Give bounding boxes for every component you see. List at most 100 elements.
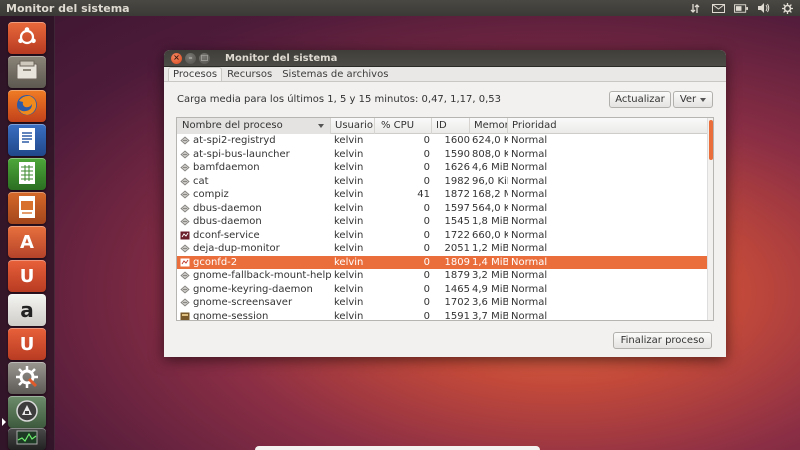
column-header-priority[interactable]: Prioridad <box>508 118 709 134</box>
launcher-ubuntu-one-music[interactable]: U <box>8 328 46 360</box>
launcher-ubuntu-one[interactable]: U <box>8 260 46 292</box>
scrollbar-thumb[interactable] <box>709 120 713 160</box>
process-cpu: 0 <box>423 243 430 254</box>
table-row[interactable]: dconf-service kelvin 0 1722660,0 KiBNormal <box>177 229 709 243</box>
table-row[interactable]: gnome-session kelvin 0 1591 3,7 MiB Normal <box>177 310 709 321</box>
table-row[interactable]: gnome-screensaver kelvin 0 1702 3,6 MiB Norma… <box>177 296 709 310</box>
launcher-amazon[interactable]: a <box>8 294 46 326</box>
firefox-icon <box>15 93 39 120</box>
process-user: kelvin <box>334 229 364 241</box>
end-process-button[interactable]: Finalizar proceso <box>613 332 712 349</box>
launcher-impress[interactable] <box>8 192 46 224</box>
minimize-icon[interactable]: – <box>185 52 196 64</box>
process-name: gnome-keyring-daemon <box>193 283 313 295</box>
process-cpu: 0 <box>423 256 430 268</box>
gear-icon <box>180 203 190 213</box>
process-id: 1600 <box>444 135 470 146</box>
tab-sistemas-de-archivos[interactable]: Sistemas de archivos <box>277 67 393 81</box>
process-memory: 1,4 MiB <box>472 256 508 268</box>
network-icon[interactable] <box>688 2 702 14</box>
tab-procesos[interactable]: Procesos <box>168 67 223 81</box>
process-name: at-spi-bus-launcher <box>193 148 290 160</box>
process-id: 1597 <box>444 202 470 214</box>
updater-icon <box>15 399 39 426</box>
column-header-id[interactable]: ID <box>432 118 470 134</box>
process-memory: 96,0 KiB <box>472 175 508 187</box>
table-row[interactable]: deja-dup-monitor kelvin 0 2051 1,2 MiB Normal <box>177 242 709 256</box>
launcher-files[interactable] <box>8 56 46 88</box>
process-cpu: 0 <box>423 297 430 308</box>
process-name: deja-dup-monitor <box>193 243 280 254</box>
launcher: A U a U <box>0 16 55 450</box>
process-id: 1465 <box>444 283 470 295</box>
process-name: bamfdaemon <box>193 162 260 173</box>
tab-recursos[interactable]: Recursos <box>222 67 277 81</box>
impress-icon <box>17 195 37 222</box>
view-menu-button[interactable]: Ver <box>673 91 713 108</box>
column-header-cpu[interactable]: % CPU <box>375 118 432 134</box>
gear-icon <box>180 190 190 199</box>
sort-descending-icon <box>318 124 324 128</box>
launcher-writer[interactable] <box>8 124 46 156</box>
process-user: kelvin <box>334 175 364 187</box>
active-app-title: Monitor del sistema <box>6 1 130 15</box>
process-user: kelvin <box>334 283 364 295</box>
launcher-software-center[interactable]: A <box>8 226 46 258</box>
process-name: dbus-daemon <box>193 202 262 214</box>
table-row[interactable]: gconfd-2 kelvin 0 1809 1,4 MiB Normal <box>177 255 709 269</box>
launcher-calc[interactable] <box>8 158 46 190</box>
launcher-software-updater[interactable] <box>8 396 46 428</box>
table-row[interactable]: at-spi-bus-launcher kelvin 0 1590808,0 KiBN… <box>177 148 709 162</box>
indicator-area <box>688 0 794 16</box>
process-priority: Normal <box>511 202 548 214</box>
table-row[interactable]: gnome-fallback-mount-helper kelvin 0 1879 3,… <box>177 269 709 283</box>
table-scrollbar[interactable] <box>707 118 713 320</box>
process-memory: 1,2 MiB <box>472 243 508 254</box>
table-header: Nombre del proceso Usuario % CPU ID Memo… <box>177 118 709 134</box>
process-id: 1626 <box>444 162 470 173</box>
table-row[interactable]: dbus-daemon kelvin 0 1597564,0 KiBNormal <box>177 202 709 216</box>
gconf-icon <box>180 258 190 267</box>
volume-icon[interactable] <box>757 2 771 14</box>
session-icon <box>180 312 190 320</box>
process-priority: Normal <box>511 175 548 187</box>
column-header-name[interactable]: Nombre del proceso <box>177 118 331 134</box>
column-header-user[interactable]: Usuario <box>331 118 375 134</box>
column-header-memory[interactable]: Memoria <box>470 118 508 134</box>
process-id: 1702 <box>444 297 470 308</box>
process-cpu: 0 <box>423 162 430 173</box>
process-user: kelvin <box>334 162 364 173</box>
process-id: 1591 <box>444 310 470 321</box>
process-user: kelvin <box>334 297 364 308</box>
gear-icon <box>180 176 190 186</box>
process-cpu: 0 <box>423 202 430 214</box>
process-user: kelvin <box>334 189 364 200</box>
battery-icon[interactable] <box>734 2 748 14</box>
launcher-firefox[interactable] <box>8 90 46 122</box>
system-monitor-icon <box>15 430 39 449</box>
process-memory: 808,0 KiB <box>472 148 508 160</box>
system-monitor-window: × – □ Monitor del sistema Procesos Recur… <box>164 50 726 357</box>
window-titlebar[interactable]: × – □ Monitor del sistema <box>164 50 726 67</box>
process-priority: Normal <box>511 229 548 241</box>
process-priority: Normal <box>511 310 548 321</box>
maximize-icon[interactable]: □ <box>199 52 210 64</box>
ubuntu-one-icon: U <box>19 265 35 287</box>
calc-icon <box>17 161 37 188</box>
table-row[interactable]: bamfdaemon kelvin 0 1626 4,6 MiB Normal <box>177 161 709 175</box>
process-name: gnome-fallback-mount-helper <box>193 270 331 281</box>
table-row[interactable]: gnome-keyring-daemon kelvin 0 1465 4,9 MiB No… <box>177 283 709 297</box>
table-row[interactable]: at-spi2-registryd kelvin 0 1600624,0 KiBNor… <box>177 134 709 148</box>
process-user: kelvin <box>334 148 364 160</box>
mail-icon[interactable] <box>711 2 725 14</box>
launcher-system-monitor[interactable] <box>8 428 46 450</box>
gear-icon <box>180 217 190 226</box>
table-row[interactable]: cat kelvin 0 198296,0 KiBNormal <box>177 175 709 189</box>
table-row[interactable]: compiz kelvin 41 1872168,2 MiBNormal <box>177 188 709 202</box>
launcher-dash-home[interactable] <box>8 22 46 54</box>
settings-gear-icon[interactable] <box>780 2 794 14</box>
close-icon[interactable]: × <box>171 52 182 64</box>
launcher-system-settings[interactable] <box>8 362 46 394</box>
table-row[interactable]: dbus-daemon kelvin 0 1545 1,8 MiB Normal <box>177 215 709 229</box>
refresh-button[interactable]: Actualizar <box>609 91 671 108</box>
